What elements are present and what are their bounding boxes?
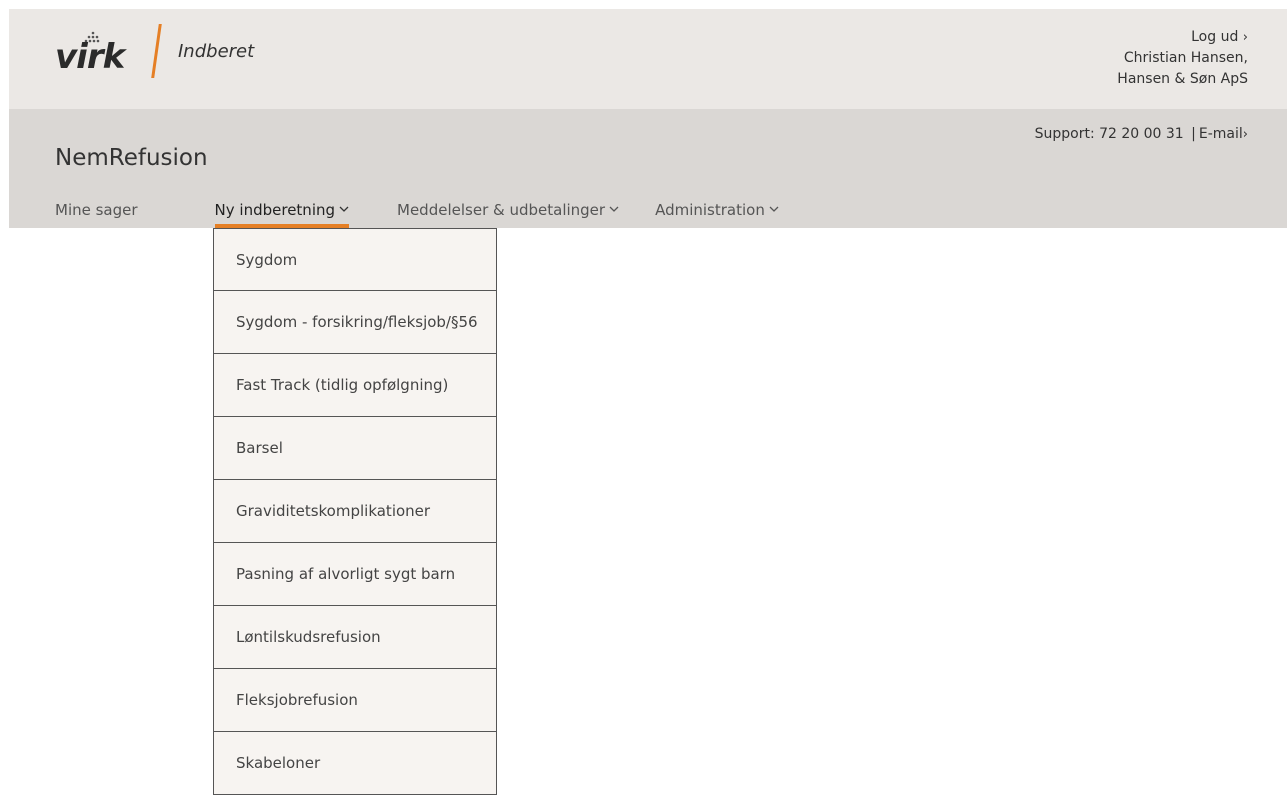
chevron-down-icon — [769, 206, 779, 212]
dropdown-item-sygdom[interactable]: Sygdom — [214, 228, 496, 291]
left-edge — [0, 0, 9, 796]
email-label: E-mail — [1198, 126, 1243, 142]
nav-item-label: Meddelelser & udbetalinger — [397, 201, 606, 219]
chevron-down-icon — [339, 206, 349, 212]
page: virk Indberet Log ud › Christian Hansen,… — [0, 0, 1287, 796]
app-band: Support: 72 20 00 31 | E-mail› NemRefusio… — [9, 109, 1287, 228]
top-header: virk Indberet Log ud › Christian Hansen,… — [9, 9, 1287, 109]
dropdown-item-fleksjob[interactable]: Fleksjobrefusion — [214, 669, 496, 732]
main-nav: Mine sager Ny indberetning Meddelelser &… — [55, 201, 825, 228]
dropdown-item-sygdom-forsikring[interactable]: Sygdom - forsikring/fleksjob/§56 — [214, 291, 496, 354]
chevron-right-icon: › — [1242, 127, 1248, 142]
company-name: Hansen & Søn ApS — [1117, 71, 1248, 87]
user-name: Christian Hansen, — [1123, 50, 1248, 66]
dropdown-item-graviditetskomplikationer[interactable]: Graviditetskomplikationer — [214, 480, 496, 543]
logo-text: virk — [55, 37, 125, 77]
nav-item-label: Ny indberetning — [214, 201, 336, 219]
logo-mark: virk — [55, 31, 133, 77]
logo-divider — [151, 24, 162, 78]
nav-item-meddelelser[interactable]: Meddelelser & udbetalinger — [397, 201, 619, 228]
logout-label: Log ud — [1191, 29, 1239, 45]
ny-indberetning-dropdown: Sygdom Sygdom - forsikring/fleksjob/§56 … — [213, 228, 497, 795]
nav-item-mine-sager[interactable]: Mine sager — [55, 201, 138, 228]
nav-item-ny-indberetning[interactable]: Ny indberetning — [214, 201, 350, 228]
nav-item-label: Administration — [655, 201, 765, 219]
chevron-right-icon: › — [1242, 30, 1248, 45]
support-phone: Support: 72 20 00 31 — [1034, 126, 1184, 142]
logo-subtitle: Indberet — [178, 40, 255, 62]
dropdown-item-loentilskud[interactable]: Løntilskudsrefusion — [214, 606, 496, 669]
chevron-down-icon — [609, 206, 619, 212]
app-title: NemRefusion — [55, 145, 208, 171]
dropdown-item-skabeloner[interactable]: Skabeloner — [214, 732, 496, 795]
logout-link[interactable]: Log ud › — [1191, 27, 1248, 48]
user-block: Log ud › Christian Hansen, Hansen & Søn … — [1117, 27, 1248, 90]
dropdown-item-fast-track[interactable]: Fast Track (tidlig opfølgning) — [214, 354, 496, 417]
dropdown-item-pasning[interactable]: Pasning af alvorligt sygt barn — [214, 543, 496, 606]
nav-item-label: Mine sager — [55, 201, 138, 219]
support-info: Support: 72 20 00 31 | E-mail› — [1035, 126, 1248, 142]
support-separator: | — [1191, 126, 1196, 142]
dropdown-item-barsel[interactable]: Barsel — [214, 417, 496, 480]
nav-item-administration[interactable]: Administration — [655, 201, 779, 228]
virk-logo[interactable]: virk Indberet — [55, 21, 254, 81]
email-link[interactable]: E-mail› — [1199, 126, 1248, 142]
